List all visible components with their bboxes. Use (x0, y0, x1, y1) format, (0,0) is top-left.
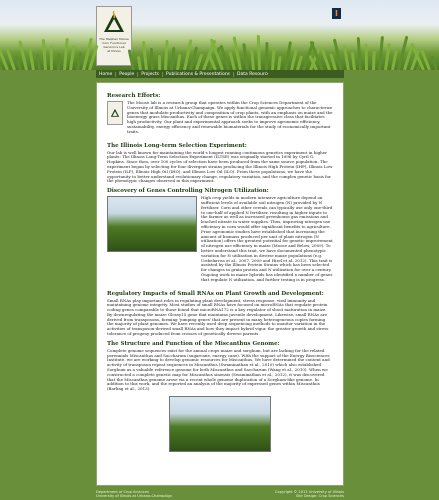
nav-item-publications[interactable]: Publications & Presentations (163, 71, 235, 77)
corn-leaf-decoration (356, 36, 363, 70)
corn-leaf-decoration (27, 47, 35, 70)
section-title: Discovery of Genes Controlling Nitrogen … (107, 188, 269, 195)
university-logo-icon[interactable]: I (332, 8, 341, 19)
corn-leaf-decoration (241, 43, 249, 70)
corn-leaf-decoration (371, 50, 376, 70)
corn-leaf-decoration (270, 48, 276, 70)
corn-leaf-decoration (63, 37, 69, 70)
footer-right: Copyright © 2013 University of Illinois … (274, 490, 344, 498)
footer-left: Department of Crop Sciences University o… (96, 490, 172, 500)
section-title: Regulatory Impacts of Small RNAs on Plan… (107, 290, 324, 297)
section-title: The Structure and Function of the Miscan… (107, 340, 280, 347)
corn-leaf-decoration (157, 55, 161, 70)
corn-leaf-decoration (136, 55, 142, 70)
corn-leaf-decoration (342, 45, 350, 70)
page-footer: Department of Crop Sciences University o… (96, 490, 344, 500)
section-text: Our lab is well known for maintaining th… (107, 149, 333, 184)
corn-leaf-decoration (277, 55, 282, 70)
corn-leaf-decoration (75, 52, 83, 70)
corn-leaf-decoration (176, 53, 182, 70)
section-text: Complete genome sequences exist for the … (107, 347, 330, 392)
corn-leaf-decoration (56, 52, 61, 70)
corn-leaf-decoration (35, 53, 41, 70)
section-title: Research Efforts: (107, 93, 161, 99)
nav-item-home[interactable]: Home (96, 71, 117, 77)
main-nav: Home People Projects Publications & Pres… (96, 70, 301, 78)
content-panel: Research Efforts: The Moose lab is a res… (96, 82, 344, 486)
footer-link[interactable]: University of Illinois at Urbana-Champai… (96, 494, 172, 498)
corn-leaf-decoration (430, 55, 438, 70)
nav-filler (268, 70, 344, 78)
section-title: The Illinois Long-term Selection Experim… (107, 142, 247, 149)
miscanthus-photo (169, 396, 271, 453)
corn-leaf-decoration (150, 47, 155, 70)
corn-leaf-decoration (390, 50, 398, 70)
corn-leaf-decoration (378, 35, 384, 70)
header-banner: The Stephen Moose Corn Functional Genomi… (0, 0, 439, 70)
lab-logo[interactable]: The Stephen Moose Corn Functional Genomi… (96, 6, 132, 66)
corn-triangle-icon (110, 108, 120, 117)
corn-leaf-decoration (163, 39, 169, 70)
corn-leaf-decoration (14, 55, 22, 70)
section-text: High crop yields in modern intensive agr… (201, 195, 333, 282)
nav-item-people[interactable]: People (116, 71, 139, 77)
nav-item-projects[interactable]: Projects (138, 71, 163, 77)
corn-leaf-decoration (384, 43, 392, 70)
corn-leaf-decoration (364, 43, 369, 70)
section-text: The Moose lab is a research group that o… (127, 100, 333, 134)
corn-leaf-decoration (350, 51, 356, 70)
logo-caption: The Stephen Moose Corn Functional Genomi… (99, 37, 129, 53)
corn-leaf-decoration (49, 45, 54, 70)
lab-logo-small (107, 101, 123, 125)
corn-leaf-decoration (170, 46, 176, 70)
corn-leaf-decoration (41, 38, 48, 70)
corn-leaf-decoration (250, 49, 255, 70)
corn-leaf-decoration (264, 41, 269, 70)
corn-leaf-decoration (141, 41, 148, 70)
corn-leaf-decoration (257, 34, 262, 70)
field-photo (107, 196, 197, 253)
corn-leaf-decoration (69, 45, 76, 70)
corn-triangle-icon (104, 11, 124, 32)
section-text: Small RNAs play important roles in regul… (107, 297, 329, 337)
